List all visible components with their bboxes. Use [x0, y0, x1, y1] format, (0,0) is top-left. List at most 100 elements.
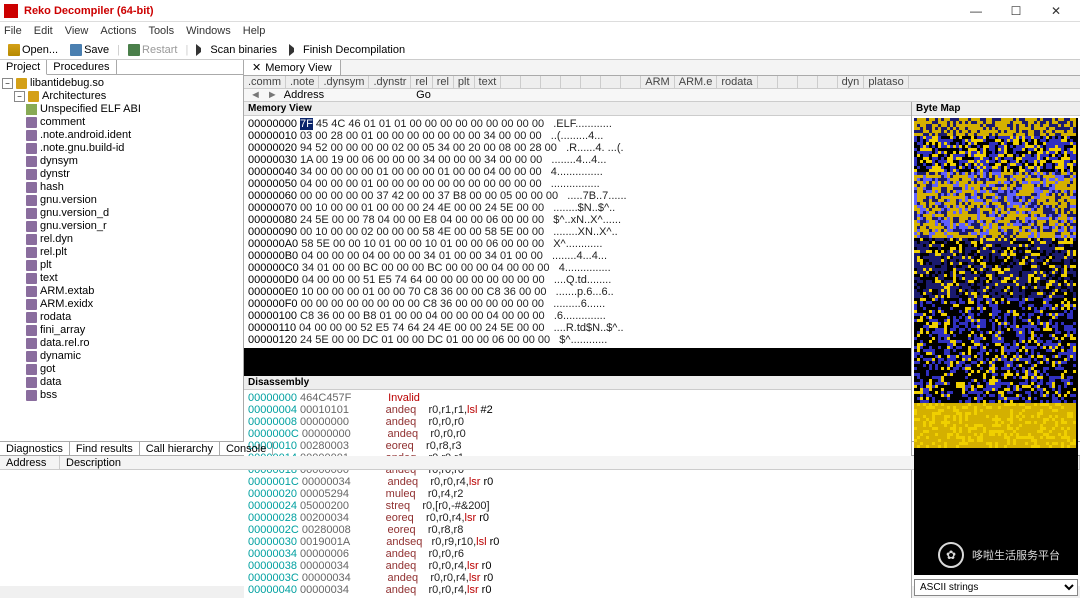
menu-windows[interactable]: Windows	[186, 25, 231, 37]
close-button[interactable]: ✕	[1036, 1, 1076, 21]
finish-button[interactable]: Finish Decompilation	[285, 44, 409, 56]
segment-icon	[26, 390, 37, 401]
tree-segment[interactable]: ARM.extab	[40, 285, 94, 298]
tree-segment[interactable]: rel.plt	[40, 246, 67, 259]
hex-gap	[244, 348, 911, 376]
tab-project[interactable]: Project	[0, 60, 47, 75]
segment-tab[interactable]: .dynsym	[319, 76, 369, 88]
menu-help[interactable]: Help	[243, 25, 266, 37]
segment-icon	[26, 143, 37, 154]
segment-icon	[26, 299, 37, 310]
tree-segment[interactable]: data	[40, 376, 61, 389]
tab-procedures[interactable]: Procedures	[47, 60, 116, 74]
document-tabs: ✕Memory View	[244, 60, 1080, 76]
segment-tab[interactable]	[778, 76, 798, 88]
menu-file[interactable]: File	[4, 25, 22, 37]
folder-open-icon	[8, 44, 20, 56]
segment-tab[interactable]	[758, 76, 778, 88]
collapse-icon[interactable]: −	[14, 91, 25, 102]
address-bar: ◄ ► Address Go	[244, 89, 1080, 102]
tree-segment[interactable]: rel.dyn	[40, 233, 73, 246]
tab-call-hierarchy[interactable]: Call hierarchy	[140, 442, 220, 455]
tree-segment[interactable]: .note.android.ident	[40, 129, 131, 142]
tree-archchild[interactable]: Unspecified ELF ABI	[40, 103, 141, 116]
menu-actions[interactable]: Actions	[100, 25, 136, 37]
segment-tab[interactable]	[798, 76, 818, 88]
restart-icon	[128, 44, 140, 56]
tree-arch[interactable]: Architectures	[42, 90, 106, 103]
content: Memory View 00000000 7F 45 4C 46 01 01 0…	[244, 102, 1080, 598]
tree-segment[interactable]: dynsym	[40, 155, 78, 168]
tree-segment[interactable]: .note.gnu.build-id	[40, 142, 124, 155]
segment-tab[interactable]: .note	[286, 76, 319, 88]
tree-segment[interactable]: plt	[40, 259, 52, 272]
segment-tab[interactable]: plt	[454, 76, 475, 88]
go-button[interactable]: Go	[416, 89, 431, 101]
segment-tab[interactable]	[581, 76, 601, 88]
restart-button[interactable]: Restart	[124, 44, 181, 56]
segment-tabs: .comm.note.dynsym.dynstrrelrelplttextARM…	[244, 76, 1080, 89]
tree-segment[interactable]: rodata	[40, 311, 71, 324]
segment-tab[interactable]: plataso	[864, 76, 908, 88]
bytemap-dropdown[interactable]: ASCII strings	[914, 579, 1078, 596]
tree-segment[interactable]: ARM.exidx	[40, 298, 93, 311]
segment-icon	[26, 221, 37, 232]
segment-icon	[26, 117, 37, 128]
scan-button[interactable]: Scan binaries	[192, 44, 281, 56]
disassembly-view[interactable]: 00000000 464C457F Invalid 00000004 00010…	[244, 390, 911, 598]
tree-segment[interactable]: text	[40, 272, 58, 285]
menu-tools[interactable]: Tools	[148, 25, 174, 37]
open-button[interactable]: Open...	[4, 44, 62, 56]
tab-find-results[interactable]: Find results	[70, 442, 140, 455]
toolbar: Open... Save | Restart | Scan binaries F…	[0, 40, 1080, 60]
segment-icon	[26, 182, 37, 193]
tab-diagnostics[interactable]: Diagnostics	[0, 442, 70, 455]
segment-tab[interactable]	[621, 76, 641, 88]
back-icon[interactable]: ◄	[250, 89, 261, 101]
segment-icon	[26, 260, 37, 271]
segment-tab[interactable]: rel	[433, 76, 454, 88]
tree-segment[interactable]: got	[40, 363, 55, 376]
hex-view[interactable]: 00000000 7F 45 4C 46 01 01 01 00 00 00 0…	[244, 116, 911, 348]
tree-segment[interactable]: comment	[40, 116, 85, 129]
tree-segment[interactable]: gnu.version_d	[40, 207, 109, 220]
menu-view[interactable]: View	[65, 25, 89, 37]
tab-console[interactable]: Console	[220, 442, 273, 455]
tree-segment[interactable]: fini_array	[40, 324, 85, 337]
tree-segment[interactable]: data.rel.ro	[40, 337, 90, 350]
collapse-icon[interactable]: −	[2, 78, 13, 89]
segment-tab[interactable]	[541, 76, 561, 88]
tree-segment[interactable]: gnu.version	[40, 194, 97, 207]
menu-edit[interactable]: Edit	[34, 25, 53, 37]
minimize-button[interactable]: —	[956, 1, 996, 21]
close-tab-icon[interactable]: ✕	[252, 61, 261, 74]
col-address[interactable]: Address	[0, 456, 60, 469]
save-button[interactable]: Save	[66, 44, 113, 56]
tree-root[interactable]: libantidebug.so	[30, 77, 104, 90]
segment-icon	[26, 312, 37, 323]
segment-tab[interactable]	[501, 76, 521, 88]
tree-segment[interactable]: dynstr	[40, 168, 70, 181]
segment-tab[interactable]: dyn	[838, 76, 865, 88]
segment-tab[interactable]	[521, 76, 541, 88]
segment-tab[interactable]: rel	[411, 76, 432, 88]
tree-segment[interactable]: dynamic	[40, 350, 81, 363]
segment-tab[interactable]: text	[475, 76, 502, 88]
tree-segment[interactable]: gnu.version_r	[40, 220, 107, 233]
segment-tab[interactable]: rodata	[717, 76, 757, 88]
segment-tab[interactable]	[601, 76, 621, 88]
tree-segment[interactable]: bss	[40, 389, 57, 402]
segment-tab[interactable]: .comm	[244, 76, 286, 88]
project-tree[interactable]: −libantidebug.so −Architectures Unspecif…	[0, 75, 243, 441]
segment-tab[interactable]	[818, 76, 838, 88]
segment-tab[interactable]: .dynstr	[369, 76, 411, 88]
segment-tab[interactable]	[561, 76, 581, 88]
segment-icon	[26, 351, 37, 362]
byte-map[interactable]	[914, 118, 1078, 575]
maximize-button[interactable]: ☐	[996, 1, 1036, 21]
tab-memory-view[interactable]: ✕Memory View	[244, 60, 341, 75]
segment-tab[interactable]: ARM.e	[675, 76, 718, 88]
segment-tab[interactable]: ARM	[641, 76, 674, 88]
tree-segment[interactable]: hash	[40, 181, 64, 194]
forward-icon[interactable]: ►	[267, 89, 278, 101]
